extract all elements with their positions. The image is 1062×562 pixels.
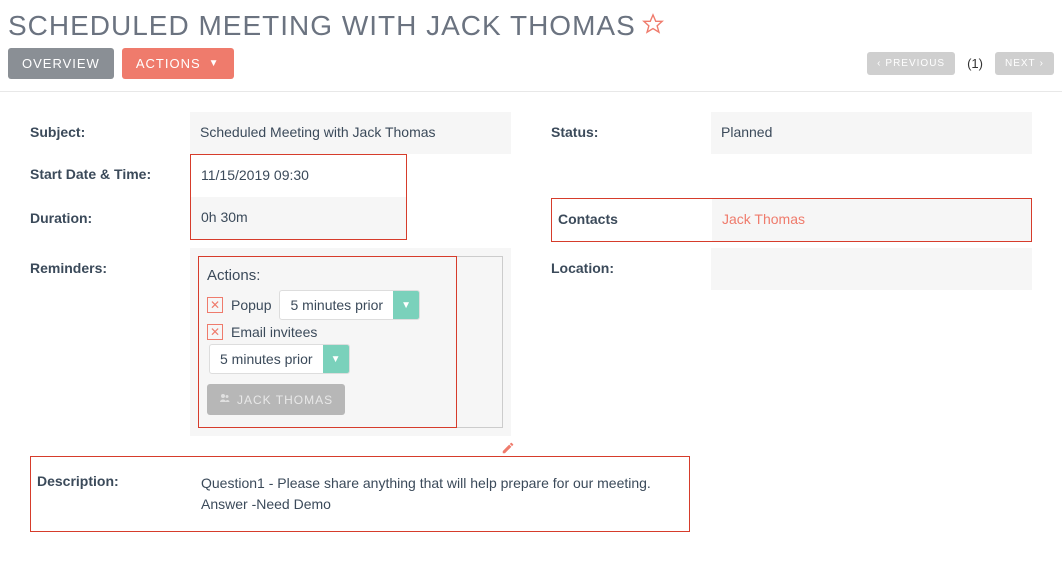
previous-label: PREVIOUS — [885, 58, 945, 69]
previous-button[interactable]: ‹ PREVIOUS — [867, 52, 955, 75]
popup-time-select[interactable]: 5 minutes prior ▼ — [279, 290, 420, 320]
description-line2: Answer -Need Demo — [201, 494, 679, 515]
reminders-panel: Actions: ✕ Popup 5 minutes prior ▼ ✕ — [190, 248, 511, 436]
chevron-right-icon: › — [1040, 58, 1044, 69]
caret-down-icon: ▼ — [209, 58, 220, 69]
popup-label: Popup — [231, 297, 271, 313]
location-label: Location: — [551, 248, 711, 288]
caret-down-icon: ▼ — [393, 291, 419, 319]
contacts-link[interactable]: Jack Thomas — [712, 199, 1031, 241]
status-label: Status: — [551, 112, 711, 152]
overview-label: OVERVIEW — [22, 56, 100, 71]
description-value: Question1 - Please share anything that w… — [191, 461, 689, 527]
favorite-star-icon[interactable] — [642, 13, 664, 39]
location-value — [711, 248, 1032, 290]
description-label: Description: — [31, 461, 191, 501]
record-count: (1) — [963, 56, 987, 71]
edit-pencil-icon[interactable] — [501, 441, 515, 458]
startdate-value: 11/15/2019 09:30 — [191, 155, 406, 197]
overview-button[interactable]: OVERVIEW — [8, 48, 114, 79]
startdate-label: Start Date & Time: — [30, 154, 190, 194]
people-icon — [219, 392, 231, 407]
contacts-value: Jack Thomas — [722, 211, 805, 227]
next-label: NEXT — [1005, 58, 1036, 69]
duration-label: Duration: — [30, 198, 190, 238]
email-label: Email invitees — [231, 324, 317, 340]
reminders-heading: Actions: — [207, 267, 494, 284]
status-value: Planned — [711, 112, 1032, 154]
contacts-label: Contacts — [552, 199, 712, 239]
popup-time-value: 5 minutes prior — [280, 293, 393, 317]
caret-down-icon: ▼ — [323, 345, 349, 373]
description-line1: Question1 - Please share anything that w… — [201, 473, 679, 494]
reminders-label: Reminders: — [30, 248, 190, 288]
email-time-select[interactable]: 5 minutes prior ▼ — [209, 344, 350, 374]
invitee-name: JACK THOMAS — [237, 393, 333, 407]
popup-remove-icon[interactable]: ✕ — [207, 297, 223, 313]
next-button[interactable]: NEXT › — [995, 52, 1054, 75]
actions-dropdown-button[interactable]: ACTIONS ▼ — [122, 48, 234, 79]
chevron-left-icon: ‹ — [877, 58, 881, 69]
page-title: SCHEDULED MEETING WITH JACK THOMAS — [8, 10, 636, 42]
subject-label: Subject: — [30, 112, 190, 152]
invitee-chip[interactable]: JACK THOMAS — [207, 384, 345, 415]
email-remove-icon[interactable]: ✕ — [207, 324, 223, 340]
email-time-value: 5 minutes prior — [210, 347, 323, 371]
subject-value: Scheduled Meeting with Jack Thomas — [190, 112, 511, 154]
actions-label: ACTIONS — [136, 56, 201, 71]
